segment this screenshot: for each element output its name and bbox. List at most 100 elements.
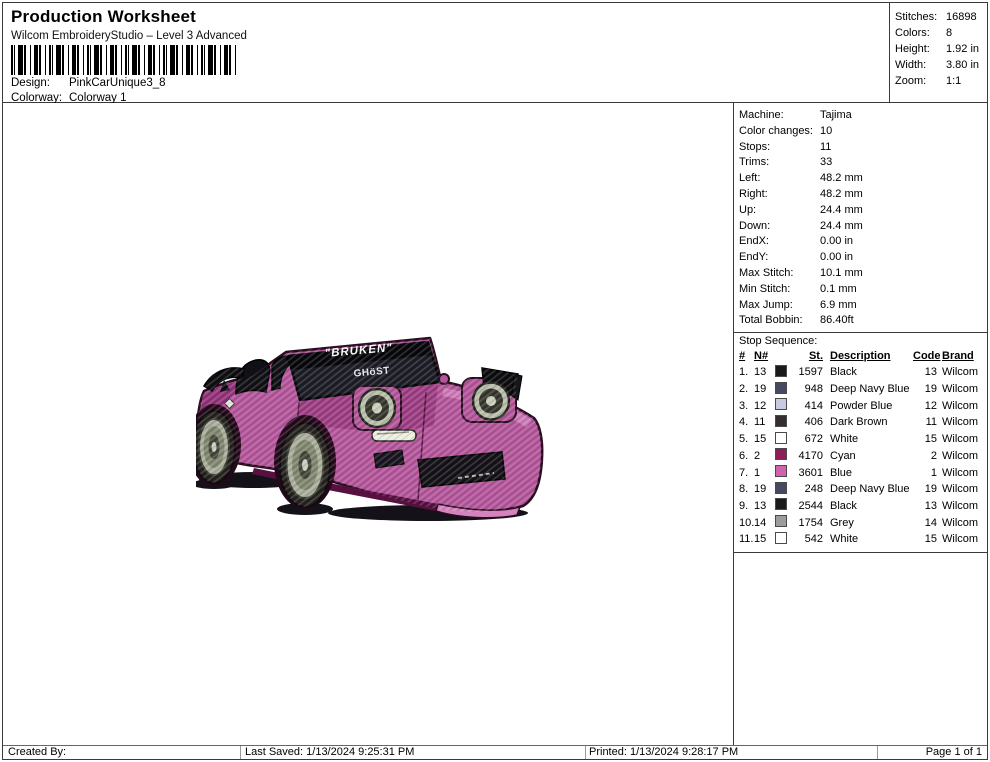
thread-number: 19 [754, 482, 775, 498]
summary-value: 3.80 in [946, 57, 987, 73]
summary-label: Stitches: [895, 9, 946, 25]
info-label: Right: [739, 187, 820, 203]
thread-swatch [775, 515, 787, 527]
software-subtitle: Wilcom EmbroideryStudio – Level 3 Advanc… [11, 30, 247, 42]
stitch-texture [196, 330, 546, 530]
stitch-count: 948 [791, 382, 826, 398]
thread-code: 2 [913, 449, 940, 465]
info-value: 11 [820, 140, 987, 156]
thread-description: Deep Navy Blue [826, 382, 913, 398]
sequence-row: 11. 15 542 White 15 Wilcom [739, 532, 982, 549]
sequence-header-row: # N# St. Description Code Brand [739, 349, 982, 365]
info-row: EndY: 0.00 in [739, 250, 987, 266]
sequence-row: 6. 2 4170 Cyan 2 Wilcom [739, 448, 982, 465]
info-label: Max Jump: [739, 298, 820, 314]
stitch-count: 1597 [791, 365, 826, 381]
info-label: Left: [739, 171, 820, 187]
thread-brand: Wilcom [940, 415, 985, 431]
summary-value: 1.92 in [946, 41, 987, 57]
thread-number: 13 [754, 365, 775, 381]
summary-row: Stitches: 16898 [895, 9, 987, 25]
thread-number: 12 [754, 399, 775, 415]
info-row: Max Jump: 6.9 mm [739, 298, 987, 314]
stitch-count: 248 [791, 482, 826, 498]
row-index: 4. [739, 415, 754, 431]
stitch-count: 2544 [791, 499, 826, 515]
stop-sequence-section: Stop Sequence: # N# St. Description Code… [734, 332, 987, 552]
thread-swatch [775, 382, 787, 394]
thread-description: Black [826, 365, 913, 381]
row-index: 10. [739, 516, 754, 532]
thread-code: 14 [913, 516, 940, 532]
info-value: 48.2 mm [820, 171, 987, 187]
col-brand: Brand [940, 349, 985, 365]
summary-label: Zoom: [895, 73, 946, 89]
stitch-count: 414 [791, 399, 826, 415]
sequence-row: 1. 13 1597 Black 13 Wilcom [739, 365, 982, 382]
info-row: Right: 48.2 mm [739, 187, 987, 203]
header-section: Production Worksheet Wilcom EmbroiderySt… [3, 3, 890, 103]
thread-number: 15 [754, 532, 775, 548]
summary-list: Stitches: 16898 Colors: 8 Height: 1.92 i… [890, 3, 987, 89]
summary-row: Width: 3.80 in [895, 57, 987, 73]
row-index: 1. [739, 365, 754, 381]
summary-row: Zoom: 1:1 [895, 73, 987, 89]
info-row: Up: 24.4 mm [739, 203, 987, 219]
thread-swatch [775, 465, 787, 477]
footer-bar: Created By: Last Saved: 1/13/2024 9:25:3… [3, 745, 987, 759]
sequence-row: 3. 12 414 Powder Blue 12 Wilcom [739, 398, 982, 415]
thread-swatch [775, 482, 787, 494]
design-canvas: "BRUKEN" GHöST [3, 103, 732, 746]
thread-swatch [775, 498, 787, 510]
info-row: Min Stitch: 0.1 mm [739, 282, 987, 298]
thread-swatch [775, 432, 787, 444]
stitch-count: 672 [791, 432, 826, 448]
info-label: Machine: [739, 108, 820, 124]
summary-label: Width: [895, 57, 946, 73]
sequence-table: # N# St. Description Code Brand 1. 13 [734, 349, 987, 552]
row-index: 3. [739, 399, 754, 415]
thread-swatch [775, 398, 787, 410]
embroidery-design: "BRUKEN" GHöST [196, 330, 546, 530]
last-saved-cell: Last Saved: 1/13/2024 9:25:31 PM [240, 746, 585, 759]
col-description: Description [826, 349, 913, 365]
thread-brand: Wilcom [940, 399, 985, 415]
stop-sequence-title: Stop Sequence: [734, 333, 987, 349]
thread-description: Blue [826, 466, 913, 482]
info-label: Min Stitch: [739, 282, 820, 298]
thread-code: 1 [913, 466, 940, 482]
info-row: Machine: Tajima [739, 108, 987, 124]
thread-description: Cyan [826, 449, 913, 465]
thread-brand: Wilcom [940, 532, 985, 548]
sequence-row: 5. 15 672 White 15 Wilcom [739, 432, 982, 449]
info-row: EndX: 0.00 in [739, 234, 987, 250]
info-label: EndY: [739, 250, 820, 266]
thread-number: 14 [754, 516, 775, 532]
thread-brand: Wilcom [940, 432, 985, 448]
thread-swatch [775, 532, 787, 544]
thread-brand: Wilcom [940, 365, 985, 381]
col-index: # [739, 349, 754, 365]
stitch-count: 3601 [791, 466, 826, 482]
row-index: 11. [739, 532, 754, 548]
info-row: Stops: 11 [739, 140, 987, 156]
sequence-row: 7. 1 3601 Blue 1 Wilcom [739, 465, 982, 482]
thread-number: 2 [754, 449, 775, 465]
info-row: Max Stitch: 10.1 mm [739, 266, 987, 282]
col-needle: N# [754, 349, 775, 365]
summary-value: 1:1 [946, 73, 987, 89]
thread-code: 15 [913, 532, 940, 548]
summary-row: Colors: 8 [895, 25, 987, 41]
info-value: 24.4 mm [820, 219, 987, 235]
info-value: 33 [820, 155, 987, 171]
info-value: 6.9 mm [820, 298, 987, 314]
info-row: Total Bobbin: 86.40ft [739, 313, 987, 329]
info-row: Left: 48.2 mm [739, 171, 987, 187]
thread-number: 19 [754, 382, 775, 398]
machine-info-panel: Machine: Tajima Color changes: 10 Stops:… [733, 103, 987, 746]
sequence-row: 8. 19 248 Deep Navy Blue 19 Wilcom [739, 482, 982, 499]
info-value: 24.4 mm [820, 203, 987, 219]
thread-number: 11 [754, 415, 775, 431]
thread-code: 13 [913, 499, 940, 515]
thread-code: 19 [913, 382, 940, 398]
